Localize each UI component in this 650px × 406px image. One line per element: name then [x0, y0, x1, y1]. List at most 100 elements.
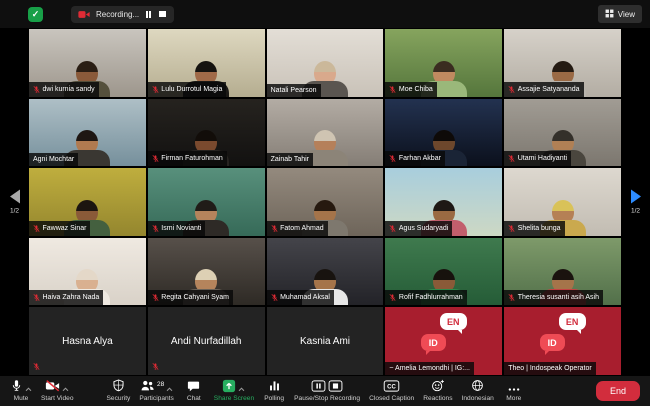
next-page-arrow[interactable] — [631, 190, 641, 204]
participant-name: Zainab Tahir — [271, 156, 309, 163]
participant-name: Assajie Satyananda — [518, 86, 580, 93]
more-dots-icon — [507, 380, 521, 395]
participant-tile-lulu-durrotul-magia[interactable]: Lulu Durrotul Magia — [148, 29, 265, 97]
muted-mic-icon — [152, 85, 159, 94]
participant-tile-ismi-novianti[interactable]: Ismi Novianti — [148, 168, 265, 236]
share-screen-caret-icon[interactable] — [238, 380, 245, 395]
participants-grid: dwi kurnia sandy Lulu Durrotul Magia Nat… — [29, 29, 621, 375]
participant-name: Moe Chiba — [399, 86, 433, 93]
muted-mic-icon — [508, 85, 515, 94]
participant-tile-utami-hadiyanti[interactable]: Utami Hadiyanti — [504, 99, 621, 167]
participant-name-tag: ~ Amelia Lemondhi | IG:... — [385, 362, 474, 375]
previous-page-arrow[interactable] — [10, 190, 20, 204]
participant-tile-moe-chiba[interactable]: Moe Chiba — [385, 29, 502, 97]
recording-label: Recording... — [96, 10, 139, 19]
mute-caret-icon[interactable] — [25, 380, 32, 395]
gallery-nav-left: 1/2 — [0, 190, 29, 215]
participant-tile-kasnia-ami[interactable]: Kasnia Ami — [267, 307, 384, 375]
participant-name: dwi kurnia sandy — [43, 86, 95, 93]
reactions-smiley-icon — [431, 379, 445, 395]
participant-name-tag: Firman Faturohman — [148, 151, 227, 166]
participant-name: Rofif Fadhlurrahman — [399, 294, 463, 301]
participant-tile-regita-cahyani-syam[interactable]: Regita Cahyani Syam — [148, 238, 265, 306]
participant-tile-theo-indospeak-operator[interactable]: EN ID Theo | Indospeak Operator — [504, 307, 621, 375]
chat-button[interactable]: Chat — [179, 379, 209, 404]
participant-name: Theresia susanti asih Asih — [518, 294, 599, 301]
participant-tile-muhamad-aksal[interactable]: Muhamad Aksal — [267, 238, 384, 306]
participant-name-tag: Shelita bunga — [504, 221, 564, 236]
zoom-meeting-window: ✓ Recording... View 1/2 — [0, 0, 650, 406]
participant-tile-natali-pearson[interactable]: Natali Pearson — [267, 29, 384, 97]
participant-tile-theresia-susanti-asih-asih[interactable]: Theresia susanti asih Asih — [504, 238, 621, 306]
participants-icon — [140, 379, 155, 395]
interpretation-globe-icon — [471, 379, 484, 395]
participant-name: Haiva Zahra Nada — [43, 294, 100, 301]
participant-name-tag: Ismi Novianti — [148, 221, 206, 236]
end-meeting-button[interactable]: End — [596, 381, 640, 401]
interpreter-badge: EN ID — [421, 312, 467, 354]
start-video-button[interactable]: Start Video — [37, 379, 78, 404]
muted-mic-icon — [508, 293, 515, 302]
participant-tile-farhan-akbar[interactable]: Farhan Akbar — [385, 99, 502, 167]
participant-tile-agus-sudaryadi[interactable]: Agus Sudaryadi — [385, 168, 502, 236]
participant-tile-agni-mochtar[interactable]: Agni Mochtar — [29, 99, 146, 167]
muted-mic-icon — [508, 154, 515, 163]
gallery-nav-right: 1/2 — [621, 190, 650, 215]
participant-tile-fatom-ahmad[interactable]: Fatom Ahmad — [267, 168, 384, 236]
stop-recording-icon[interactable] — [328, 380, 343, 395]
participant-tile-rofif-fadhlurrahman[interactable]: Rofif Fadhlurrahman — [385, 238, 502, 306]
participant-tile-assajie-satyananda[interactable]: Assajie Satyananda — [504, 29, 621, 97]
muted-mic-icon — [33, 224, 40, 233]
mute-button[interactable]: Mute — [6, 379, 36, 404]
interpretation-button[interactable]: Indonesian — [458, 379, 498, 404]
meeting-toolbar: Mute Start Video Security 28 Participant… — [0, 376, 650, 406]
bar-chart-icon — [268, 379, 281, 395]
participant-name: Fawwaz Sinar — [43, 225, 87, 232]
page-indicator-left: 1/2 — [0, 208, 29, 215]
participant-name-tag: Fawwaz Sinar — [29, 221, 90, 236]
participant-name-tag: Theresia susanti asih Asih — [504, 290, 603, 305]
pause-recording-icon[interactable] — [311, 380, 326, 395]
participant-tile-haiva-zahra-nada[interactable]: Haiva Zahra Nada — [29, 238, 146, 306]
participant-tile-zainab-tahir[interactable]: Zainab Tahir — [267, 99, 384, 167]
participant-name-centered: Kasnia Ami — [267, 307, 384, 375]
security-button[interactable]: Security — [103, 379, 135, 404]
participant-name-tag: Natali Pearson — [267, 84, 321, 97]
chat-bubble-icon — [187, 380, 200, 395]
gallery-stage: 1/2 dwi kurnia sandy Lulu Durrotul Magia — [0, 28, 650, 376]
muted-mic-icon — [508, 224, 515, 233]
participant-tile-firman-faturohman[interactable]: Firman Faturohman — [148, 99, 265, 167]
participant-tile-dwi-kurnia-sandy[interactable]: dwi kurnia sandy — [29, 29, 146, 97]
participants-count-badge: 28 — [157, 381, 164, 388]
video-camera-off-icon — [45, 379, 60, 395]
participants-caret-icon[interactable] — [166, 380, 173, 395]
participant-name-centered: Hasna Alya — [29, 307, 146, 375]
start-video-caret-icon[interactable] — [62, 380, 69, 395]
participant-tile-andi-nurfadillah[interactable]: Andi Nurfadillah — [148, 307, 265, 375]
participant-tile-amelia-lemondhi-ig[interactable]: EN ID ~ Amelia Lemondhi | IG:... — [385, 307, 502, 375]
pause-stop-recording-button[interactable]: Pause/Stop Recording — [290, 379, 364, 404]
muted-mic-icon — [152, 293, 159, 302]
participant-tile-shelita-bunga[interactable]: Shelita bunga — [504, 168, 621, 236]
muted-mic-icon — [389, 154, 396, 163]
closed-caption-button[interactable]: CC Closed Caption — [365, 379, 418, 404]
view-button-label: View — [618, 10, 635, 19]
stop-recording-button[interactable] — [158, 11, 167, 18]
more-button[interactable]: More — [499, 379, 529, 404]
encryption-shield-icon: ✓ — [28, 7, 43, 22]
reactions-button[interactable]: Reactions — [419, 379, 456, 404]
view-button[interactable]: View — [598, 5, 642, 23]
share-screen-button[interactable]: Share Screen — [210, 379, 258, 404]
microphone-icon — [10, 379, 23, 395]
muted-mic-icon — [389, 85, 396, 94]
pause-recording-button[interactable] — [145, 11, 152, 18]
participant-name-tag: Agni Mochtar — [29, 153, 78, 166]
participant-tile-hasna-alya[interactable]: Hasna Alya — [29, 307, 146, 375]
participant-tile-fawwaz-sinar[interactable]: Fawwaz Sinar — [29, 168, 146, 236]
participants-button[interactable]: 28 Participants — [135, 379, 177, 404]
cc-icon: CC — [383, 380, 400, 395]
participant-name-tag: Utami Hadiyanti — [504, 151, 571, 166]
polling-button[interactable]: Polling — [259, 379, 289, 404]
muted-mic-icon — [33, 85, 40, 94]
top-bar: ✓ Recording... View — [0, 0, 650, 28]
